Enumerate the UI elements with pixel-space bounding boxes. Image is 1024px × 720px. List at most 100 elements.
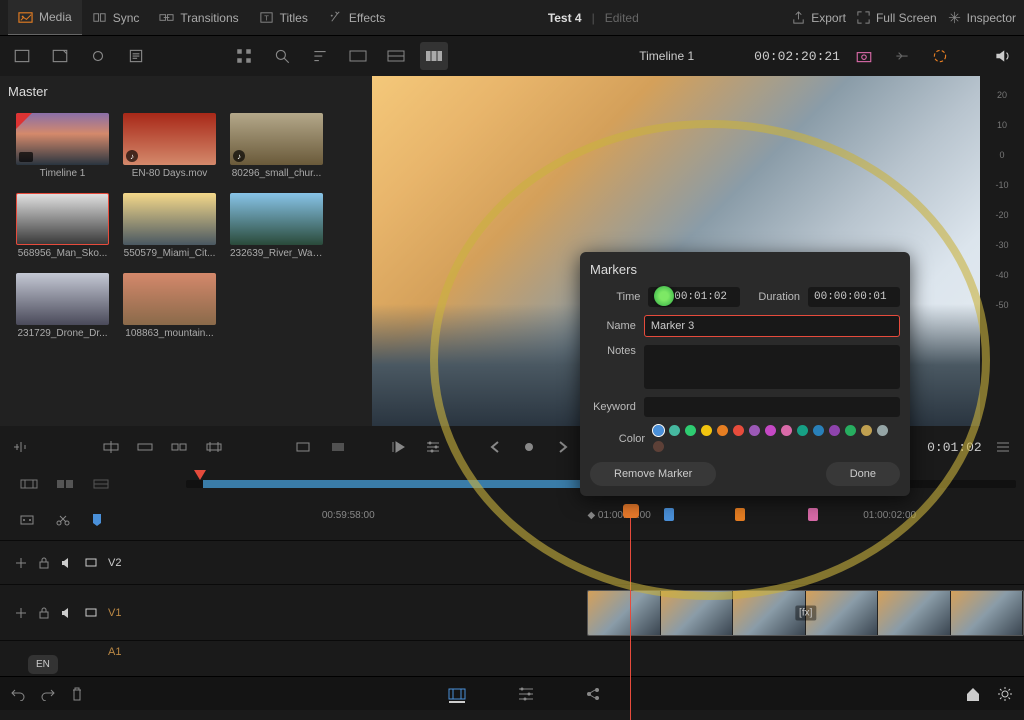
insert-icon[interactable]: [98, 433, 124, 461]
marker-keyword-input[interactable]: [644, 397, 900, 417]
color-swatch[interactable]: [797, 425, 808, 436]
timeline-marker[interactable]: [808, 508, 818, 521]
viewer-mode-3[interactable]: [420, 42, 448, 70]
snap-icon[interactable]: [18, 512, 36, 528]
tab-sync[interactable]: Sync: [82, 0, 150, 35]
bypass-icon[interactable]: [888, 42, 916, 70]
audio-track-a1[interactable]: A1: [0, 640, 1024, 662]
monitor-icon[interactable]: [84, 607, 98, 619]
marker-duration-input[interactable]: [808, 287, 900, 307]
color-swatch[interactable]: [861, 425, 872, 436]
redo-icon[interactable]: [40, 687, 56, 701]
timeline-marker[interactable]: [664, 508, 674, 521]
done-button[interactable]: Done: [826, 462, 900, 486]
color-swatch[interactable]: [685, 425, 696, 436]
sort-icon[interactable]: [306, 42, 334, 70]
mute-icon[interactable]: [60, 557, 74, 569]
color-swatch[interactable]: [829, 425, 840, 436]
timeline-marker[interactable]: [735, 508, 745, 521]
overwrite-icon[interactable]: [132, 433, 158, 461]
mute-icon[interactable]: [60, 607, 74, 619]
track-expand-icon[interactable]: [14, 556, 28, 570]
remove-marker-button[interactable]: Remove Marker: [590, 462, 716, 486]
tab-media[interactable]: Media: [8, 0, 82, 35]
video-track-v1[interactable]: V1 [fx]: [0, 584, 1024, 640]
color-swatch[interactable]: [701, 425, 712, 436]
capture-icon[interactable]: [850, 42, 878, 70]
speaker-icon[interactable]: [988, 42, 1016, 70]
frame2-icon[interactable]: [325, 433, 351, 461]
tool-icon[interactable]: [18, 475, 40, 493]
clip-item[interactable]: 232639_River_Wat...: [230, 193, 323, 259]
viewer-mode-1[interactable]: [344, 42, 372, 70]
color-swatch[interactable]: [877, 425, 888, 436]
replace-icon[interactable]: [166, 433, 192, 461]
clip-item[interactable]: 550579_Miami_Cit...: [123, 193, 216, 259]
tab-transitions[interactable]: Transitions: [149, 0, 248, 35]
marker-notes-input[interactable]: [644, 345, 900, 389]
marker-name-input[interactable]: [644, 315, 900, 337]
timeline-clip[interactable]: [fx]: [587, 590, 1024, 636]
marker-tool-icon[interactable]: [90, 512, 104, 528]
monitor-icon[interactable]: [84, 557, 98, 569]
blade-icon[interactable]: [54, 512, 72, 528]
sliders-icon[interactable]: [420, 433, 446, 461]
home-icon[interactable]: [964, 686, 982, 702]
video-track-v2[interactable]: V2: [0, 540, 1024, 584]
clip-item[interactable]: Timeline 1: [16, 113, 109, 179]
color-swatch[interactable]: [749, 425, 760, 436]
color-swatch[interactable]: [781, 425, 792, 436]
color-swatch[interactable]: [653, 425, 664, 436]
layout-btn-1[interactable]: [8, 42, 36, 70]
color-swatch[interactable]: [669, 425, 680, 436]
clip-item[interactable]: 231729_Drone_Dr...: [16, 273, 109, 339]
fullscreen-button[interactable]: Full Screen: [856, 10, 937, 25]
lock-icon[interactable]: [38, 556, 50, 570]
undo-icon[interactable]: [10, 687, 26, 701]
inspector-button[interactable]: Inspector: [947, 10, 1016, 25]
refresh-icon[interactable]: [84, 42, 112, 70]
metadata-icon[interactable]: [122, 42, 150, 70]
tool-icon[interactable]: [54, 475, 76, 493]
play-sync-icon[interactable]: [386, 433, 412, 461]
page-cut-icon[interactable]: [445, 685, 469, 703]
playhead-icon[interactable]: [194, 470, 206, 480]
color-swatch[interactable]: [813, 425, 824, 436]
color-wheel-icon[interactable]: [926, 42, 954, 70]
tab-titles[interactable]: T Titles: [249, 0, 318, 35]
search-icon[interactable]: [268, 42, 296, 70]
viewer-timecode[interactable]: 00:02:20:21: [754, 49, 840, 64]
next-icon[interactable]: [550, 433, 576, 461]
language-badge[interactable]: EN: [28, 655, 58, 674]
color-swatch[interactable]: [733, 425, 744, 436]
tool-icon[interactable]: [90, 475, 112, 493]
clip-item[interactable]: 108863_mountain...: [123, 273, 216, 339]
settings-icon[interactable]: [996, 685, 1014, 703]
clip-item[interactable]: ♪ 80296_small_chur...: [230, 113, 323, 179]
timeline-playhead[interactable]: [630, 506, 632, 720]
tab-effects[interactable]: Effects: [318, 0, 395, 35]
menu-icon[interactable]: [990, 433, 1016, 461]
record-icon[interactable]: [516, 433, 542, 461]
lock-icon[interactable]: [38, 606, 50, 620]
bin-name[interactable]: Master: [0, 76, 372, 107]
clip-item[interactable]: 568956_Man_Sko...: [16, 193, 109, 259]
audio-trim-icon[interactable]: [8, 433, 34, 461]
viewer-mode-2[interactable]: [382, 42, 410, 70]
layout-btn-2[interactable]: [46, 42, 74, 70]
page-edit-icon[interactable]: [515, 685, 537, 703]
color-swatch[interactable]: [717, 425, 728, 436]
trash-icon[interactable]: [70, 686, 84, 702]
grid-view-icon[interactable]: [230, 42, 258, 70]
clip-item[interactable]: ♪ EN-80 Days.mov: [123, 113, 216, 179]
color-swatch[interactable]: [653, 441, 664, 452]
page-fusion-icon[interactable]: [583, 685, 603, 703]
track-expand-icon[interactable]: [14, 606, 28, 620]
source-timecode[interactable]: 0:01:02: [927, 440, 982, 455]
color-swatch[interactable]: [765, 425, 776, 436]
timeline-ruler[interactable]: 00:59:58:00 ◆ 01:00:00:00 01:00:02:00: [178, 500, 1024, 540]
export-button[interactable]: Export: [791, 10, 846, 25]
fit-icon[interactable]: [201, 433, 227, 461]
color-swatch[interactable]: [845, 425, 856, 436]
frame-icon[interactable]: [290, 433, 316, 461]
